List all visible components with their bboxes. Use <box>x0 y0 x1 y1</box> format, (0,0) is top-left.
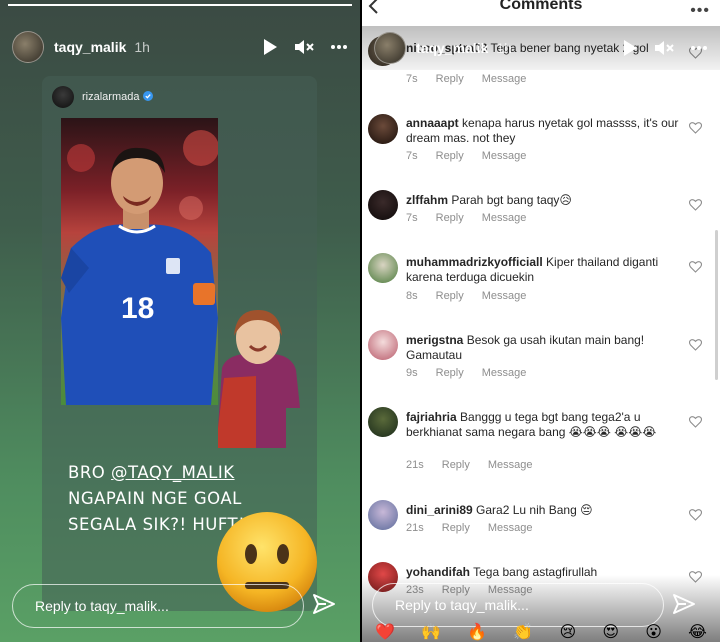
send-icon[interactable] <box>312 592 336 621</box>
reaction-emoji-icon[interactable]: 😍 <box>602 622 619 642</box>
message-link[interactable]: Message <box>482 73 527 85</box>
comment-username[interactable]: fajriahria <box>406 410 457 424</box>
comment-meta: 21s Reply Message <box>406 459 533 471</box>
comment-meta: 7s Reply Message <box>406 150 526 162</box>
reaction-emoji-icon[interactable]: 🔥 <box>467 622 487 642</box>
story-username[interactable]: taqy_malik <box>54 39 126 55</box>
more-options-icon[interactable] <box>330 44 348 50</box>
crying-kid-sticker <box>216 308 300 448</box>
reply-link[interactable]: Reply <box>442 522 470 534</box>
comment-time: 7s <box>406 212 418 224</box>
comment-username[interactable]: zlffahm <box>406 193 448 207</box>
play-icon[interactable] <box>262 38 278 56</box>
like-heart-icon[interactable] <box>688 415 703 433</box>
comment-time: 21s <box>406 459 424 471</box>
reply-link[interactable]: Reply <box>436 290 464 302</box>
message-link[interactable]: Message <box>482 150 527 162</box>
message-link[interactable]: Message <box>488 459 533 471</box>
comment-time: 21s <box>406 522 424 534</box>
like-heart-icon[interactable] <box>688 121 703 139</box>
reply-placeholder: Reply to taqy_malik... <box>35 598 169 614</box>
story-panel[interactable]: taqy_malik 1h rizalarmada 18 BRO @TAQY_M… <box>0 0 360 642</box>
mute-icon[interactable] <box>654 39 674 57</box>
comment-text: merigstna Besok ga usah ikutan main bang… <box>406 333 684 363</box>
like-heart-icon[interactable] <box>688 508 703 526</box>
comment-time: 7s <box>406 150 418 162</box>
play-icon[interactable] <box>622 39 638 57</box>
story-username[interactable]: taqy_malik <box>416 40 488 56</box>
comments-title: Comments <box>499 0 583 13</box>
comment-meta: 7s Reply Message <box>406 212 526 224</box>
reaction-emoji-icon[interactable]: 😂 <box>688 622 707 642</box>
comments-more-icon[interactable]: ••• <box>690 2 710 20</box>
reaction-emoji-icon[interactable]: 🙌 <box>421 622 441 642</box>
avatar[interactable] <box>368 500 398 530</box>
avatar[interactable] <box>368 114 398 144</box>
comment-meta: 21s Reply Message <box>406 522 533 534</box>
jersey-number: 18 <box>121 292 154 325</box>
scrollbar[interactable] <box>715 230 718 380</box>
reaction-emoji-icon[interactable]: ❤️ <box>375 622 395 642</box>
reply-link[interactable]: Reply <box>442 459 470 471</box>
story-overlay-header: taqy_malik 1h <box>362 26 720 70</box>
comment-time: 8s <box>406 290 418 302</box>
avatar[interactable] <box>368 190 398 220</box>
comment-username[interactable]: dini_arini89 <box>406 503 473 517</box>
mute-icon[interactable] <box>294 38 314 56</box>
quick-reactions-bar: ❤️ 🙌 🔥 👏 😢 😍 😮 😂 <box>362 622 720 642</box>
comment-username[interactable]: muhammadrizkyofficiall <box>406 255 543 269</box>
more-options-icon[interactable] <box>690 45 708 51</box>
avatar[interactable] <box>374 32 406 64</box>
caption-text-start: BRO <box>68 463 112 482</box>
message-link[interactable]: Message <box>482 290 527 302</box>
story-time: 1h <box>496 40 512 56</box>
comment-username[interactable]: annaaapt <box>406 116 459 130</box>
avatar[interactable] <box>368 253 398 283</box>
comment-time: 7s <box>406 73 418 85</box>
message-link[interactable]: Message <box>488 522 533 534</box>
comments-topbar: Comments ••• <box>362 0 720 26</box>
story-time: 1h <box>134 39 150 55</box>
story-progress-bar <box>8 4 352 6</box>
like-heart-icon[interactable] <box>688 338 703 356</box>
comment-body: Parah bgt bang taqy😥 <box>448 193 572 207</box>
avatar[interactable] <box>12 31 44 63</box>
message-link[interactable]: Message <box>482 367 527 379</box>
message-link[interactable]: Message <box>482 212 527 224</box>
reply-link[interactable]: Reply <box>436 150 464 162</box>
reshared-username[interactable]: rizalarmada <box>82 91 139 103</box>
like-heart-icon[interactable] <box>688 260 703 278</box>
reply-link[interactable]: Reply <box>436 212 464 224</box>
story-header: taqy_malik 1h <box>12 30 348 64</box>
football-player-photo: 18 <box>61 118 218 405</box>
reshared-avatar[interactable] <box>52 86 74 108</box>
reply-link[interactable]: Reply <box>436 73 464 85</box>
reaction-emoji-icon[interactable]: 😢 <box>560 622 577 642</box>
comment-reply-input[interactable]: Reply to taqy_malik... <box>372 583 664 627</box>
comment-username[interactable]: merigstna <box>406 333 463 347</box>
story-progress-fill <box>8 4 352 6</box>
comments-panel[interactable]: Comments ••• nicoo_sptra08 Tega bener ba… <box>362 0 720 642</box>
caption-mention-link[interactable]: @TAQY_MALIK <box>111 463 235 482</box>
avatar[interactable] <box>368 330 398 360</box>
send-icon[interactable] <box>672 592 696 621</box>
verified-badge-icon <box>143 88 154 106</box>
comment-body: Gara2 Lu nih Bang 😔 <box>472 503 593 517</box>
reaction-emoji-icon[interactable]: 👏 <box>513 622 533 642</box>
comment-time: 9s <box>406 367 418 379</box>
reply-placeholder: Reply to taqy_malik... <box>395 597 529 613</box>
comment-text: dini_arini89 Gara2 Lu nih Bang 😔 <box>406 503 684 518</box>
avatar[interactable] <box>368 407 398 437</box>
reply-link[interactable]: Reply <box>436 367 464 379</box>
comment-text: muhammadrizkyofficiall Kiper thailand di… <box>406 255 684 285</box>
like-heart-icon[interactable] <box>688 198 703 216</box>
comment-text: annaaapt kenapa harus nyetak gol massss,… <box>406 116 684 146</box>
comment-meta: 9s Reply Message <box>406 367 526 379</box>
reaction-emoji-icon[interactable]: 😮 <box>645 622 662 642</box>
comment-meta: 7s Reply Message <box>406 73 526 85</box>
story-reply-input[interactable]: Reply to taqy_malik... <box>12 584 304 628</box>
comment-text: fajriahria Banggg u tega bgt bang tega2'… <box>406 410 684 440</box>
comment-text: zlffahm Parah bgt bang taqy😥 <box>406 193 684 208</box>
comment-meta: 8s Reply Message <box>406 290 526 302</box>
